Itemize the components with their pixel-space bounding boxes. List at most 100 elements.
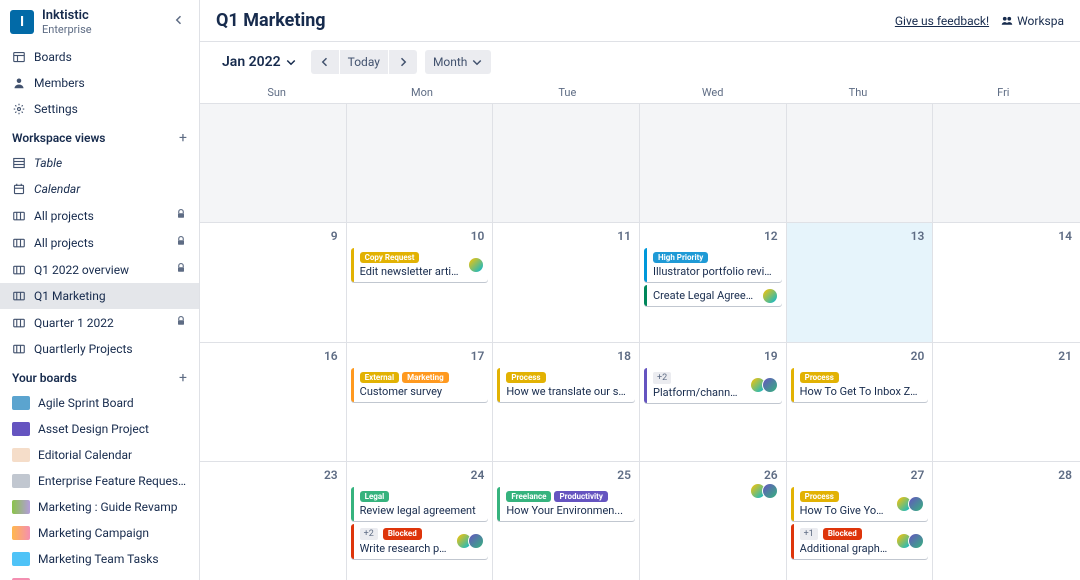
calendar-card[interactable]: Copy Request Edit newsletter articles <box>351 248 489 282</box>
day-number: 10 <box>351 227 489 245</box>
chevron-left-icon <box>319 56 331 68</box>
view-item-calendar[interactable]: Calendar <box>0 176 199 202</box>
view-item-quarter-1-2022[interactable]: Quarter 1 2022 <box>0 309 199 336</box>
calendar-card[interactable]: ProcessHow To Get To Inbox Zero <box>791 368 929 402</box>
calendar-day[interactable]: 25FreelanceProductivityHow Your Environm… <box>493 462 640 580</box>
calendar-card[interactable]: +2Platform/channel ... <box>644 368 782 403</box>
calendar-week <box>200 103 1080 222</box>
board-item-enterprise-feature-requests[interactable]: Enterprise Feature Requests <box>0 468 199 494</box>
lock-icon <box>175 208 187 223</box>
calendar-day[interactable]: 12High PriorityIllustrator portfolio rev… <box>640 223 787 341</box>
board-item-marketing-guide-revamp[interactable]: Marketing : Guide Revamp <box>0 494 199 520</box>
project-icon <box>12 289 26 303</box>
calendar-card[interactable]: High PriorityIllustrator portfolio revie… <box>644 248 782 282</box>
calendar-card[interactable] <box>644 487 782 495</box>
workspace-visibility-button[interactable]: Workspa <box>1001 14 1064 28</box>
calendar-day[interactable]: 18ProcessHow we translate our supp... <box>493 343 640 461</box>
card-label: Marketing <box>402 372 449 383</box>
project-icon <box>12 209 26 223</box>
card-label: Productivity <box>554 491 607 502</box>
avatar <box>468 533 484 549</box>
card-label: Process <box>800 491 839 502</box>
card-members <box>754 377 778 393</box>
label-overflow-count: +2 <box>653 372 671 384</box>
calendar-day[interactable]: 13 <box>787 223 934 341</box>
calendar-day[interactable]: 28 <box>933 462 1080 580</box>
avatar <box>468 257 484 273</box>
weekday-header: Sun <box>204 82 349 103</box>
label-overflow-count: +1 <box>800 528 818 540</box>
add-view-button[interactable]: + <box>179 130 187 146</box>
prev-month-button[interactable] <box>311 50 339 74</box>
calendar-day[interactable]: 9 <box>200 223 347 341</box>
calendar-day[interactable]: 24LegalReview legal agreement+2BlockedWr… <box>347 462 494 580</box>
nav-item-settings[interactable]: Settings <box>0 96 199 122</box>
calendar-card[interactable]: ProcessHow To Give Your Tea... <box>791 487 929 521</box>
card-label: Legal <box>360 491 390 502</box>
card-title: Edit newsletter articles <box>360 265 483 278</box>
calendar-day[interactable] <box>933 104 1080 222</box>
board-item-agile-sprint-board[interactable]: Agile Sprint Board <box>0 390 199 416</box>
view-item-q1-marketing[interactable]: Q1 Marketing <box>0 283 199 309</box>
calendar-day[interactable]: 27ProcessHow To Give Your Tea...+1Blocke… <box>787 462 934 580</box>
day-number: 21 <box>937 347 1076 365</box>
board-icon <box>12 422 30 436</box>
calendar-day[interactable] <box>200 104 347 222</box>
calendar-card[interactable]: Create Legal Agreement <box>644 285 782 306</box>
calendar-day[interactable]: 17ExternalMarketingCustomer survey <box>347 343 494 461</box>
avatar <box>762 288 778 304</box>
card-members <box>766 288 778 304</box>
calendar-card[interactable]: FreelanceProductivityHow Your Environmen… <box>497 487 635 521</box>
board-item-marketing-campaign[interactable]: Marketing Campaign <box>0 520 199 546</box>
calendar-day[interactable]: 21 <box>933 343 1080 461</box>
nav-item-boards[interactable]: Boards <box>0 44 199 70</box>
month-selector[interactable]: Jan 2022 <box>216 50 303 74</box>
board-item-editorial-calendar[interactable]: Editorial Calendar <box>0 442 199 468</box>
calendar-card[interactable]: +1BlockedAdditional graphic... <box>791 524 929 559</box>
card-label: Copy Request <box>360 252 420 263</box>
workspace-header[interactable]: I Inktistic Enterprise <box>0 0 199 44</box>
calendar-day[interactable]: 10 Copy Request Edit newsletter articles <box>347 223 494 341</box>
board-item-marketing-team-tasks[interactable]: Marketing Team Tasks <box>0 546 199 572</box>
calendar-card[interactable]: LegalReview legal agreement <box>351 487 489 521</box>
calendar-day[interactable]: 26 <box>640 462 787 580</box>
calendar-day[interactable] <box>347 104 494 222</box>
board-item-new-product-launch[interactable]: New Product Launch <box>0 572 199 580</box>
calendar-grid: SunMonTueWedThuFri 910Copy RequestEdit n… <box>200 82 1080 580</box>
board-icon <box>12 396 30 410</box>
calendar-day[interactable] <box>787 104 934 222</box>
add-board-button[interactable]: + <box>179 370 187 386</box>
board-icon <box>12 474 30 488</box>
next-month-button[interactable] <box>389 50 417 74</box>
view-item-table[interactable]: Table <box>0 150 199 176</box>
view-item-all-projects[interactable]: All projects <box>0 202 199 229</box>
calendar-card[interactable]: ExternalMarketingCustomer survey <box>351 368 489 402</box>
sidebar-collapse-button[interactable] <box>169 10 189 34</box>
calendar-day[interactable]: 20ProcessHow To Get To Inbox Zero <box>787 343 934 461</box>
view-item-quartlerly-projects[interactable]: Quartlerly Projects <box>0 336 199 362</box>
calendar-day[interactable]: 14 <box>933 223 1080 341</box>
today-button[interactable]: Today <box>340 50 388 74</box>
day-number: 16 <box>204 347 342 365</box>
view-selector[interactable]: Month <box>425 50 491 74</box>
view-item-all-projects[interactable]: All projects <box>0 229 199 256</box>
view-item-q1-2022-overview[interactable]: Q1 2022 overview <box>0 256 199 283</box>
board-item-asset-design-project[interactable]: Asset Design Project <box>0 416 199 442</box>
avatar <box>762 377 778 393</box>
calendar-card[interactable]: ProcessHow we translate our supp... <box>497 368 635 402</box>
calendar-day[interactable] <box>640 104 787 222</box>
weekday-header: Tue <box>495 82 640 103</box>
calendar-day[interactable] <box>493 104 640 222</box>
calendar-day[interactable]: 23 <box>200 462 347 580</box>
project-icon <box>12 236 26 250</box>
nav-item-members[interactable]: Members <box>0 70 199 96</box>
calendar-day[interactable]: 16 <box>200 343 347 461</box>
weekday-header: Wed <box>640 82 785 103</box>
avatar <box>762 483 778 499</box>
calendar-day[interactable]: 19+2Platform/channel ... <box>640 343 787 461</box>
card-title: Illustrator portfolio reviews <box>653 265 776 278</box>
feedback-link[interactable]: Give us feedback! <box>895 14 989 28</box>
calendar-day[interactable]: 11 <box>493 223 640 341</box>
calendar-card[interactable]: +2BlockedWrite research plan <box>351 524 489 559</box>
nav-item-label: Marketing Team Tasks <box>38 552 187 566</box>
